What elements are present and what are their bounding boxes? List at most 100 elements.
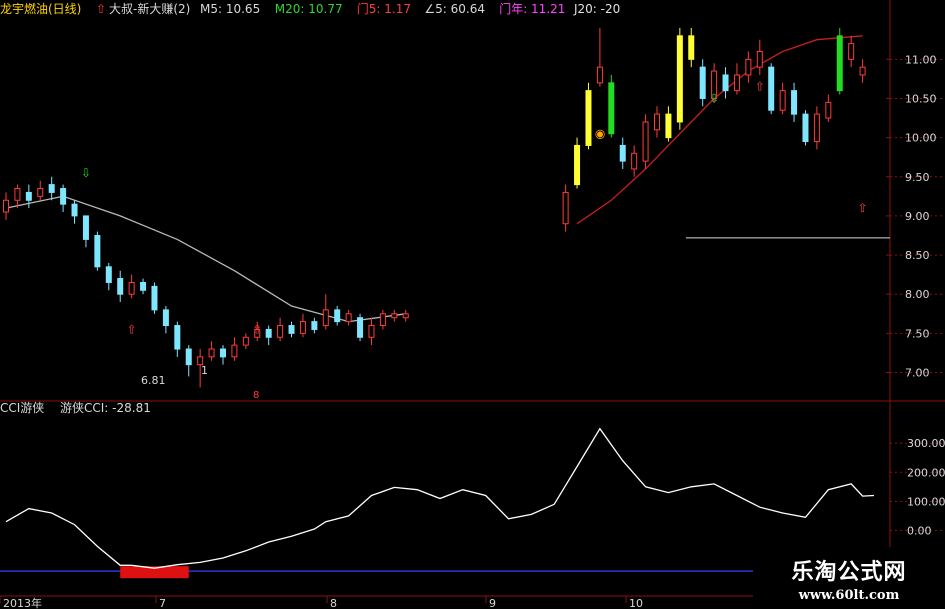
watermark: 乐淘公式网 www.60lt.com	[753, 547, 945, 609]
candle-body-55	[779, 90, 786, 111]
candle-body-10	[117, 278, 124, 295]
candle-body-1	[14, 188, 21, 201]
candle-body-8	[94, 234, 101, 268]
candle-body-2	[25, 191, 32, 201]
price-tick-label-3: 9.50	[905, 171, 930, 184]
low-price-label: 6.81	[141, 374, 166, 387]
x-tick-label-4: 10	[629, 597, 643, 609]
candle-body-4	[48, 184, 55, 193]
stock-name: 龙宇燃油(日线)	[0, 1, 81, 16]
candle-body-30	[345, 313, 352, 323]
cci-tick-label-2: 100.00	[907, 495, 945, 508]
candle-body-36	[562, 191, 569, 225]
price-tick-label-5: 8.50	[905, 249, 930, 262]
price-tick-label-2: 10.00	[905, 132, 937, 145]
candle-body-31	[357, 317, 364, 338]
low-tick-label: 1	[201, 364, 208, 377]
candle-body-46	[676, 35, 683, 123]
cci-value-label: 游侠CCI: -28.81	[60, 401, 151, 415]
header-value-1: M20: 10.77	[275, 2, 343, 16]
candle-body-44	[654, 113, 660, 131]
candle-body-3	[37, 188, 44, 197]
candle-body-53	[756, 50, 763, 68]
x-tick-label-1: 7	[159, 597, 166, 609]
candle-body-54	[768, 66, 775, 111]
candle-body-60	[836, 35, 843, 92]
candle-body-15	[174, 325, 181, 350]
candle-body-32	[368, 325, 375, 338]
cci-panel	[0, 427, 875, 579]
header-value-4: 门年: 11.21	[499, 1, 565, 16]
candle-body-19	[220, 348, 226, 358]
candle-body-21	[242, 336, 249, 346]
candle-body-34	[391, 313, 398, 319]
candle-body-48	[699, 66, 706, 99]
price-tick-label-7: 7.50	[905, 327, 930, 340]
candle-body-16	[185, 348, 192, 366]
signal-marker-6: ◉	[595, 127, 605, 141]
candle-body-33	[379, 313, 386, 327]
candle-body-11	[128, 281, 135, 295]
candle-body-56	[791, 90, 798, 115]
signal-marker-4: ⇧	[755, 80, 765, 94]
price-tick-label-0: 11.00	[905, 53, 937, 66]
cci-indicator-name: CCI游侠	[0, 401, 44, 415]
up-arrow-icon: ⇧	[96, 2, 106, 16]
x-tick-label-3: 9	[489, 597, 496, 609]
header-values: M5: 10.65 M20: 10.77 门5: 1.17 ∠5: 60.64 门年: …	[200, 1, 620, 16]
candle-body-25	[288, 325, 295, 334]
candle-body-42	[631, 152, 638, 170]
candle-body-12	[140, 281, 147, 291]
header-value-5: J20: -20	[573, 2, 620, 16]
candle-body-50	[722, 74, 729, 92]
candle-body-7	[82, 215, 89, 240]
candle-body-26	[299, 321, 306, 334]
candle-body-52	[745, 58, 752, 76]
mid-marker-label: 8	[253, 390, 259, 401]
candle-body-37	[574, 144, 581, 186]
signal-marker-0: ⇩	[81, 166, 91, 180]
watermark-url: www.60lt.com	[798, 587, 900, 603]
price-tick-label-8: 7.00	[905, 367, 930, 380]
candle-body-43	[642, 121, 649, 162]
cci-tick-label-1: 200.00	[907, 466, 945, 479]
candle-body-62	[859, 66, 866, 76]
candle-body-9	[105, 266, 112, 283]
candle-body-45	[665, 113, 672, 139]
cci-tick-label-0: 300.00	[907, 437, 945, 450]
price-tick-label-4: 9.00	[905, 210, 930, 223]
candle-body-28	[322, 309, 329, 327]
candle-body-58	[813, 113, 820, 143]
price-tick-label-6: 8.00	[905, 288, 930, 301]
signal-marker-3: ⇩	[709, 91, 719, 105]
grid-layer	[0, 0, 945, 609]
watermark-title: 乐淘公式网	[791, 559, 907, 585]
candle-body-51	[733, 74, 740, 92]
candle-body-20	[231, 344, 238, 358]
candle-body-40	[608, 82, 615, 135]
candle-body-35	[402, 313, 409, 319]
cci-line	[5, 427, 875, 569]
candle-body-39	[596, 66, 603, 84]
header-value-2: 门5: 1.17	[357, 1, 411, 16]
signal-marker-2: ⇧	[252, 322, 262, 336]
cci-tick-label-3: 0.00	[907, 524, 932, 537]
candle-body-27	[311, 321, 318, 330]
x-tick-label-0: 2013年	[3, 596, 42, 609]
signal-marker-5: ⇧	[858, 201, 868, 215]
candle-body-24	[277, 325, 284, 338]
candle-body-57	[802, 113, 809, 143]
candle-body-61	[848, 43, 855, 60]
candle-body-0	[3, 199, 9, 213]
header-value-0: M5: 10.65	[200, 2, 260, 16]
candle-body-5	[60, 188, 67, 205]
x-tick-label-2: 8	[330, 597, 337, 609]
signal-marker-1: ⇧	[127, 322, 137, 336]
candle-body-29	[334, 309, 341, 323]
indicator-name: 大叔-新大赚(2)	[109, 1, 190, 16]
candle-body-6	[71, 203, 78, 217]
candle-body-59	[825, 101, 832, 119]
moving-average-slow	[5, 195, 406, 323]
header-value-3: ∠5: 60.64	[424, 2, 485, 16]
candle-body-47	[688, 35, 695, 60]
